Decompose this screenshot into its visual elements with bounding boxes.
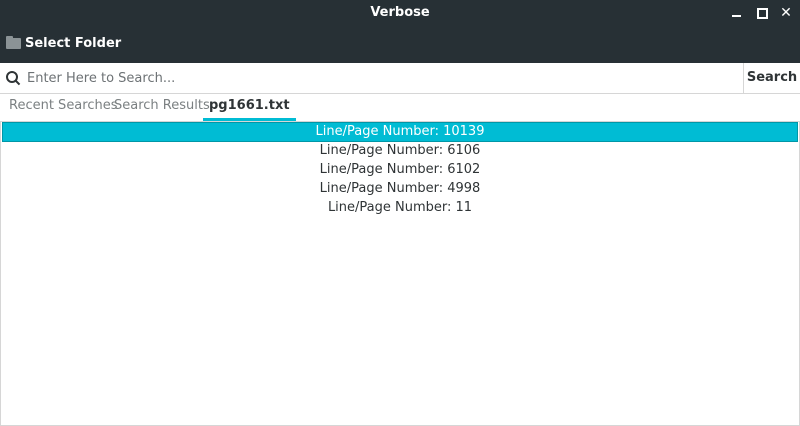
tab-pg1661-txt[interactable]: pg1661.txt — [203, 94, 296, 121]
window-title: Verbose — [370, 5, 430, 20]
search-input[interactable] — [24, 67, 740, 89]
folder-icon — [6, 36, 22, 50]
select-folder-label: Select Folder — [25, 35, 122, 51]
select-folder-button[interactable]: Select Folder — [6, 33, 121, 53]
tab-recent-searches[interactable]: Recent Searches — [9, 94, 118, 120]
list-item[interactable]: Line/Page Number: 6102 — [3, 161, 797, 179]
list-item[interactable]: Line/Page Number: 10139 — [2, 122, 798, 142]
tab-search-results[interactable]: Search Results — [114, 94, 210, 120]
title-bar: Verbose ✕ Select Folder — [0, 0, 800, 63]
close-icon[interactable]: ✕ — [777, 4, 795, 22]
maximize-icon[interactable] — [753, 4, 771, 22]
search-bar: Search — [0, 63, 800, 94]
list-item[interactable]: Line/Page Number: 6106 — [3, 142, 797, 160]
list-item[interactable]: Line/Page Number: 4998 — [3, 180, 797, 198]
search-icon — [6, 71, 21, 86]
minimize-icon[interactable] — [728, 4, 746, 22]
search-button[interactable]: Search — [743, 63, 800, 93]
list-item[interactable]: Line/Page Number: 11 — [3, 199, 797, 217]
results-list: Line/Page Number: 10139 Line/Page Number… — [0, 121, 800, 426]
tab-bar: Recent Searches Search Results pg1661.tx… — [0, 94, 800, 121]
